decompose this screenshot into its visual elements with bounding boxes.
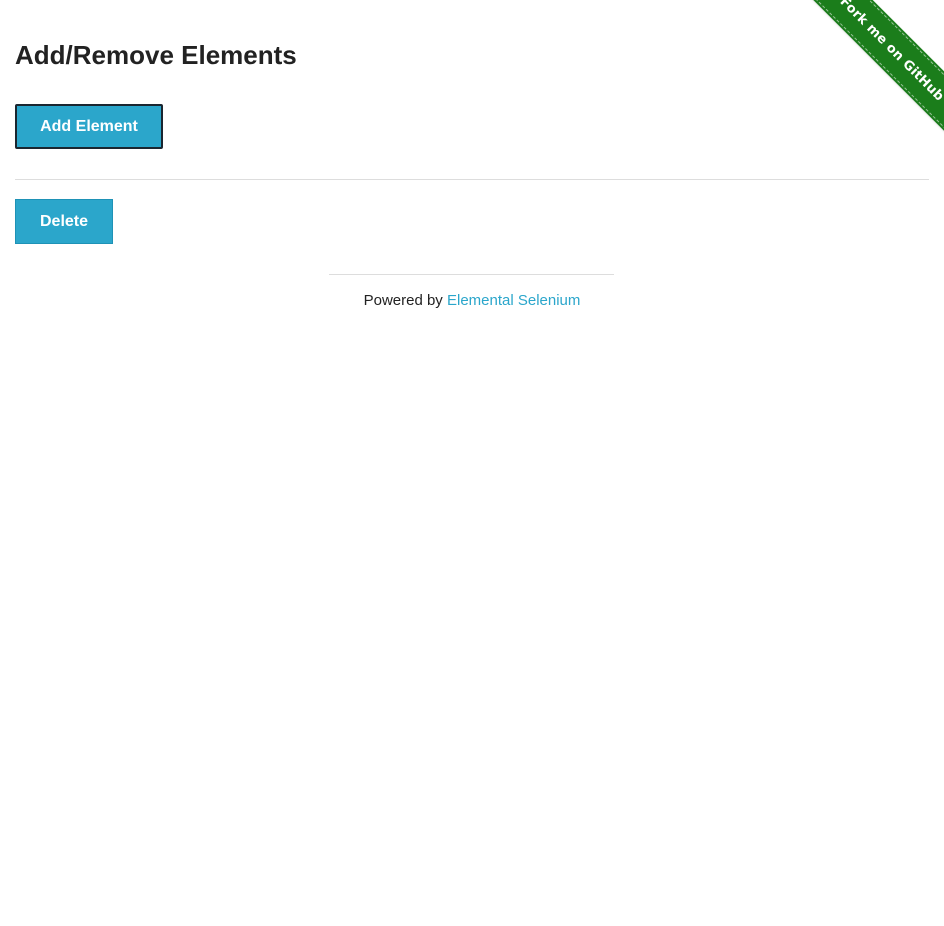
elemental-selenium-link[interactable]: Elemental Selenium bbox=[447, 292, 580, 309]
footer-prefix: Powered by bbox=[363, 292, 447, 309]
divider bbox=[15, 179, 929, 180]
add-element-button[interactable]: Add Element bbox=[15, 104, 163, 149]
delete-button[interactable]: Delete bbox=[15, 199, 113, 244]
fork-on-github-link[interactable]: Fork me on GitHub bbox=[809, 0, 944, 135]
footer-divider bbox=[329, 274, 614, 275]
page: Fork me on GitHub Add/Remove Elements Ad… bbox=[0, 0, 944, 926]
footer: Powered by Elemental Selenium bbox=[0, 292, 944, 310]
github-ribbon: Fork me on GitHub bbox=[809, 0, 944, 135]
page-title: Add/Remove Elements bbox=[15, 40, 297, 70]
